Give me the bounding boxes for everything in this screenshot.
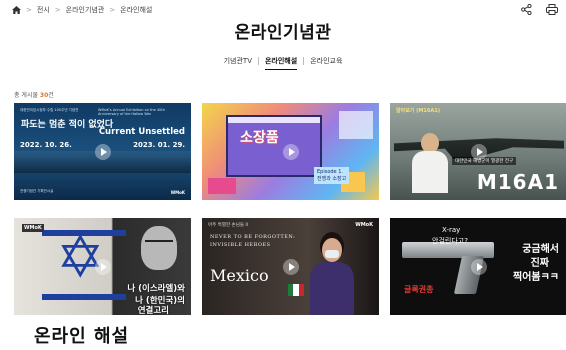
speaker-image [310,232,354,315]
card-big-title: M16A1 [476,170,559,194]
play-icon[interactable] [470,258,487,275]
retro-window-bar [228,117,320,123]
mexico-flag-icon [288,284,304,296]
wmok-logo: WMoK [22,224,44,232]
card-logo-text: 소장품 [240,130,279,146]
card-title-en: Current Unsettled [98,127,185,137]
chevron-right-icon: > [109,6,116,14]
post-count: 총 게시물 30건 [14,90,54,99]
speaker-body [310,262,354,315]
face-mask [325,250,339,258]
card-line: 진짜 [530,258,549,269]
portrait-image [141,226,177,270]
breadcrumb: > 전시 > 온라인기념관 > 온라인해설 [12,5,152,15]
card-line: 연결고리 [137,306,169,315]
page-title: 온라인기념관 [234,23,332,43]
flag-stripe [42,294,126,300]
video-card-mexico[interactable]: 아주 특별한 손님들 II WMoK NEVER TO BE FORGOTTEN… [202,218,379,315]
card-country: Mexico [210,266,269,285]
play-icon[interactable] [282,258,299,275]
tab-online-commentary[interactable]: 온라인해설 [259,56,303,70]
card-caption: 전쟁기념관 기획전시실 [20,189,54,193]
breadcrumb-item-online-commentary[interactable]: 온라인해설 [120,5,152,15]
card-date-start: 2022. 10. 26. [20,141,72,149]
video-card-current-unsettled[interactable]: 대한민국임시정부 수립 100주년 기념전 WMoK's Annual Exhi… [14,103,191,200]
presenter-body [412,151,448,193]
video-card-glock-xray[interactable]: X-ray 안걸린다고? 글록권총 궁금해서 진짜 찍어봄ㅋㅋ [390,218,566,315]
play-icon[interactable] [94,258,111,275]
episode-label: Episode 1. 전쟁과 소장고 [314,167,350,184]
decorative-block [339,111,373,139]
card-small-text: WMoK's Annual Exhibition on the 40th Ann… [98,108,165,117]
breadcrumb-item-online-memorial[interactable]: 온라인기념관 [66,5,105,15]
card-highlight: 글록권총 [404,285,434,294]
card-line: 궁금해서 [522,244,559,255]
wmok-logo: WMoK [355,222,373,228]
video-card-israel-korea[interactable]: ✡ WMoK 나 (이스라엘)와 나 (한민국)의 연결고리 [14,218,191,315]
tab-memorial-tv[interactable]: 기념관TV [218,56,258,66]
card-line: INVISIBLE HEROES [210,242,271,248]
card-kicker: 아주 특별한 손님들 II [208,223,249,228]
card-small-text: 대한민국임시정부 수립 100주년 기념전 [20,108,79,112]
toolbar [521,4,558,15]
card-line: 찍어봄ㅋㅋ [513,272,559,283]
card-line: NEVER TO BE FORGOTTEN: [210,234,296,240]
chevron-right-icon: > [54,6,61,14]
episode-number: Episode 1. [317,169,343,175]
video-card-collection-episode[interactable]: 소장품 Episode 1. 전쟁과 소장고 [202,103,379,200]
glasses-icon [145,240,173,246]
play-icon[interactable] [470,143,487,160]
tab-bar: 기념관TV 온라인해설 온라인교육 [0,56,566,70]
post-count-label: 총 게시물 [14,92,38,99]
home-icon[interactable] [12,6,21,14]
card-tag: 알아보기 (M16A1) [396,108,440,114]
share-icon[interactable] [521,4,532,15]
section-title: 온라인 해설 [34,326,130,347]
card-question: X-ray [442,226,461,234]
tab-online-education[interactable]: 온라인교육 [304,56,348,66]
play-icon[interactable] [282,143,299,160]
print-icon[interactable] [546,4,558,15]
card-date-end: 2023. 01. 29. [133,141,185,149]
post-count-unit: 건 [48,92,54,99]
wmok-logo: WMoK [170,190,185,195]
play-icon[interactable] [94,143,111,160]
presenter-head [421,133,439,153]
flag-red [298,284,304,296]
presenter-image [412,133,448,193]
star-of-david-icon: ✡ [56,223,105,291]
card-line: 나 (이스라엘)와 [127,284,185,294]
chevron-right-icon: > [26,6,32,14]
episode-title: 전쟁과 소장고 [317,175,347,182]
video-card-m16a1[interactable]: 알아보기 (M16A1) 대한민국 해병군이 열광한 전구 M16A1 [390,103,566,200]
decorative-block [208,178,236,194]
card-question: 안걸린다고? [432,237,468,245]
breadcrumb-item-exhibition[interactable]: 전시 [37,5,50,15]
